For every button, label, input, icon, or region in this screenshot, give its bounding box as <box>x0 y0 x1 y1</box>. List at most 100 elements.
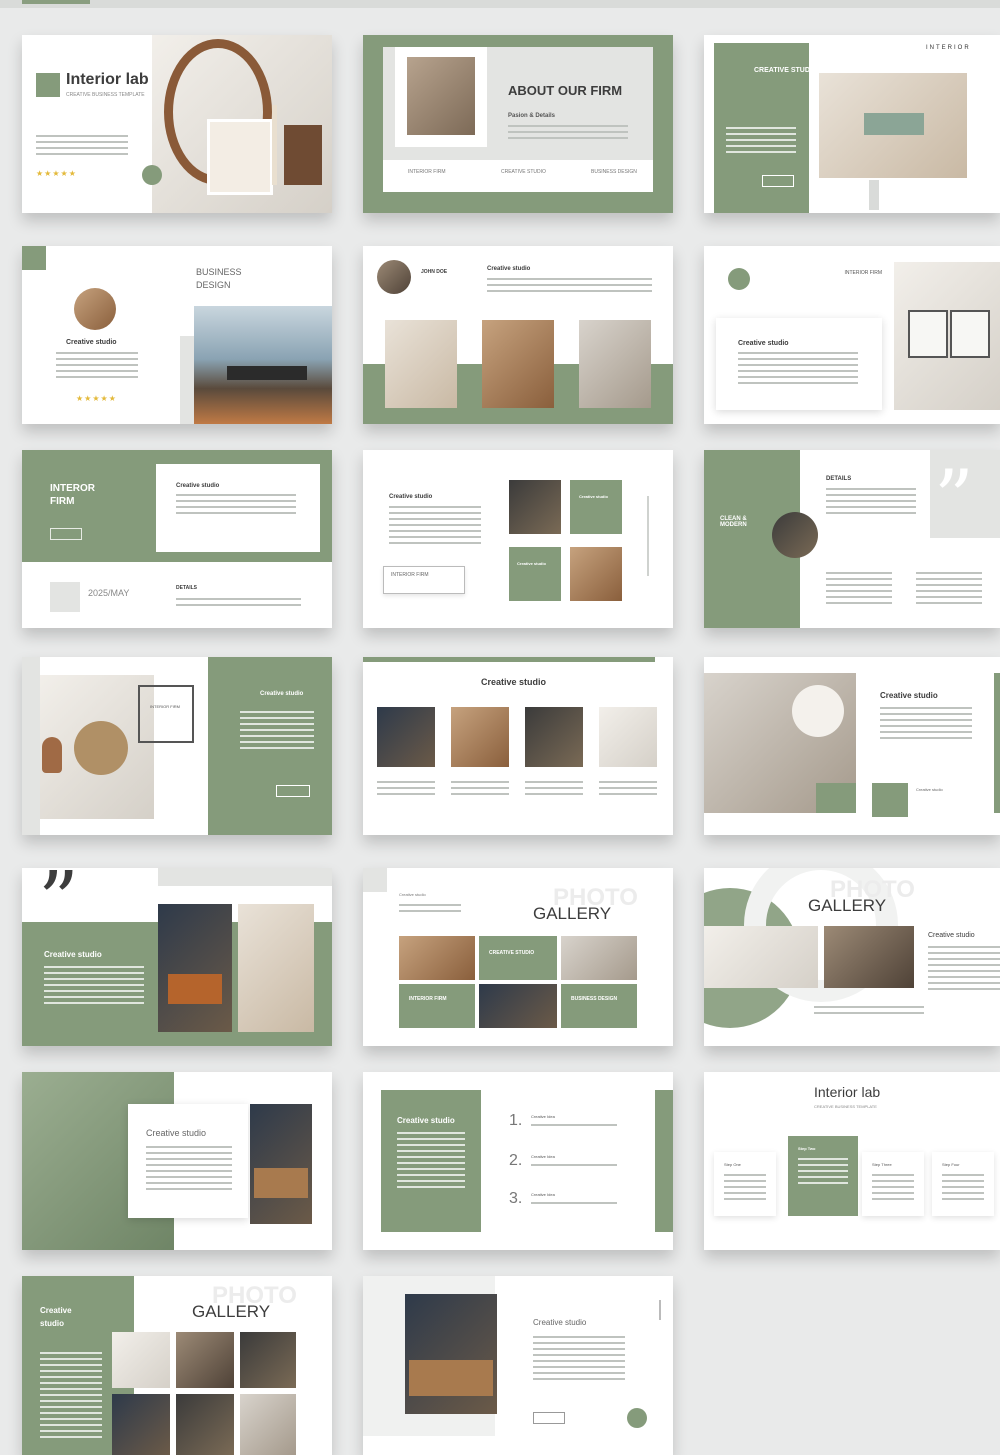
slide-title: Interior lab <box>814 1084 881 1100</box>
step-label-1: Creative Idea <box>531 1114 555 1119</box>
slide-6[interactable]: INTERIOR FIRM Creative studio <box>704 246 1000 424</box>
sofa <box>864 113 924 135</box>
card-title: Creative studio <box>738 340 789 347</box>
photo-cabinet <box>250 1104 312 1224</box>
slide-7[interactable]: INTEROR FIRM Creative studio 2025/MAY DE… <box>22 450 332 628</box>
edge-bar <box>655 1090 673 1232</box>
slide-9[interactable]: CLEAN & MODERN DETAILS ” <box>704 450 1000 628</box>
slide-19[interactable]: Creative studio PHOTO GALLERY <box>22 1276 332 1455</box>
photo-dining <box>194 306 332 424</box>
cell-label-1: CREATIVE STUDIO <box>489 950 535 956</box>
slide-15[interactable]: PHOTO GALLERY Creative studio <box>704 868 1000 1046</box>
slide-subtitle: CREATIVE BUSINESS TEMPLATE <box>66 92 145 98</box>
caption-1 <box>377 781 435 795</box>
interior-button[interactable] <box>383 566 465 594</box>
photo-cabinet <box>405 1294 497 1414</box>
top-strip <box>0 0 1000 8</box>
dining-table <box>227 366 307 380</box>
logo-mark <box>22 246 46 270</box>
text-block <box>36 135 128 157</box>
cta-button[interactable] <box>533 1412 565 1424</box>
text-block <box>40 1352 102 1438</box>
cabinet <box>254 1168 308 1198</box>
photo-kitchen <box>570 547 622 601</box>
leaf-box <box>816 783 856 813</box>
caption-3 <box>525 781 583 795</box>
text-block-2 <box>826 572 892 604</box>
photo-1 <box>112 1332 170 1388</box>
step-number-3: 3. <box>509 1190 523 1207</box>
step-number-2: 2. <box>509 1152 523 1169</box>
slide-5[interactable]: JOHN DOE Creative studio <box>363 246 673 424</box>
step-text-1 <box>724 1174 766 1200</box>
photo-vases <box>479 984 557 1028</box>
footer-bar <box>383 160 653 192</box>
photo-sofa <box>399 936 475 980</box>
slide-title: Creative studio <box>260 691 304 697</box>
text-block <box>928 946 1000 992</box>
slide-14[interactable]: Creative studio PHOTO GALLERY CREATIVE S… <box>363 868 673 1046</box>
footer-label: Creative studio <box>916 787 943 792</box>
fan-decor <box>74 721 128 775</box>
slide-18[interactable]: Interior lab CREATIVE BUSINESS TEMPLATE … <box>704 1072 1000 1250</box>
slide-title: Creative studio <box>533 1318 587 1327</box>
round-photo <box>772 512 818 558</box>
cta-button[interactable] <box>50 528 82 540</box>
slide-13[interactable]: ” Creative studio <box>22 868 332 1046</box>
slide-1[interactable]: Interior lab CREATIVE BUSINESS TEMPLATE … <box>22 35 332 213</box>
slide-11[interactable]: Creative studio <box>363 657 673 835</box>
step-label-3: Creative Idea <box>531 1192 555 1197</box>
monitor-box <box>872 783 908 817</box>
green-cell-1 <box>479 936 557 980</box>
vertical-rule <box>647 496 649 576</box>
slide-title: GALLERY <box>808 896 887 915</box>
rating-stars: ★★★★★ <box>36 169 77 178</box>
slide-title: GALLERY <box>533 904 612 923</box>
play-icon[interactable] <box>728 268 750 290</box>
step-text-2 <box>798 1158 848 1188</box>
slide-title: Creative studio <box>487 266 531 272</box>
text-block <box>389 506 481 544</box>
slide-4[interactable]: Creative studio ★★★★★ BUSINESS DESIGN <box>22 246 332 424</box>
slide-2[interactable]: ABOUT OUR FIRM Pasion & Details INTERIOR… <box>363 35 673 213</box>
accent-bar <box>22 657 40 835</box>
photo-chair <box>238 904 314 1032</box>
avatar <box>377 260 411 294</box>
photo-table <box>704 926 818 988</box>
slide-subtitle: Pasion & Details <box>508 113 556 119</box>
slide-12[interactable]: Creative studio Creative studio <box>704 657 1000 835</box>
cabinet <box>409 1360 493 1396</box>
play-icon[interactable] <box>627 1408 647 1428</box>
cta-button[interactable] <box>276 785 310 797</box>
slide-16[interactable]: Creative studio <box>22 1072 332 1250</box>
details-label: DETAILS <box>176 585 198 591</box>
cta-button[interactable] <box>762 175 794 187</box>
photo-tv <box>509 480 561 534</box>
vase <box>42 737 62 773</box>
play-icon[interactable] <box>142 165 162 185</box>
caption: Creative studio <box>66 339 117 346</box>
slide-title: Creative studio <box>481 677 547 687</box>
green-cell-3 <box>561 984 637 1028</box>
text-block <box>146 1146 232 1192</box>
slide-title: BUSINESS DESIGN <box>196 267 242 290</box>
text-block-3 <box>916 572 982 604</box>
slide-3[interactable]: CREATIVE STUDIO INTERIOR <box>704 35 1000 213</box>
photo-grass <box>385 320 457 408</box>
slide-10[interactable]: INTERIOR FIRM Creative studio <box>22 657 332 835</box>
slide-title: INTEROR FIRM <box>50 483 95 507</box>
slide-17[interactable]: Creative studio 1. Creative Idea 2. Crea… <box>363 1072 673 1250</box>
photo-1 <box>377 707 435 767</box>
rating-stars: ★★★★★ <box>76 394 117 403</box>
slide-8[interactable]: Creative studio INTERIOR FIRM Creative s… <box>363 450 673 628</box>
slide-title: Creative studio <box>397 1116 455 1125</box>
frame-label: INTERIOR FIRM <box>150 704 180 709</box>
slide-title: Creative studio <box>880 691 938 700</box>
slide-20[interactable]: Creative studio <box>363 1276 673 1455</box>
round-photo <box>74 288 116 330</box>
frame-art <box>207 119 273 195</box>
step-text-3 <box>531 1202 617 1208</box>
text-block <box>44 966 144 1006</box>
caption-4 <box>599 781 657 795</box>
cell-label-2: INTERIOR FIRM <box>409 996 447 1002</box>
